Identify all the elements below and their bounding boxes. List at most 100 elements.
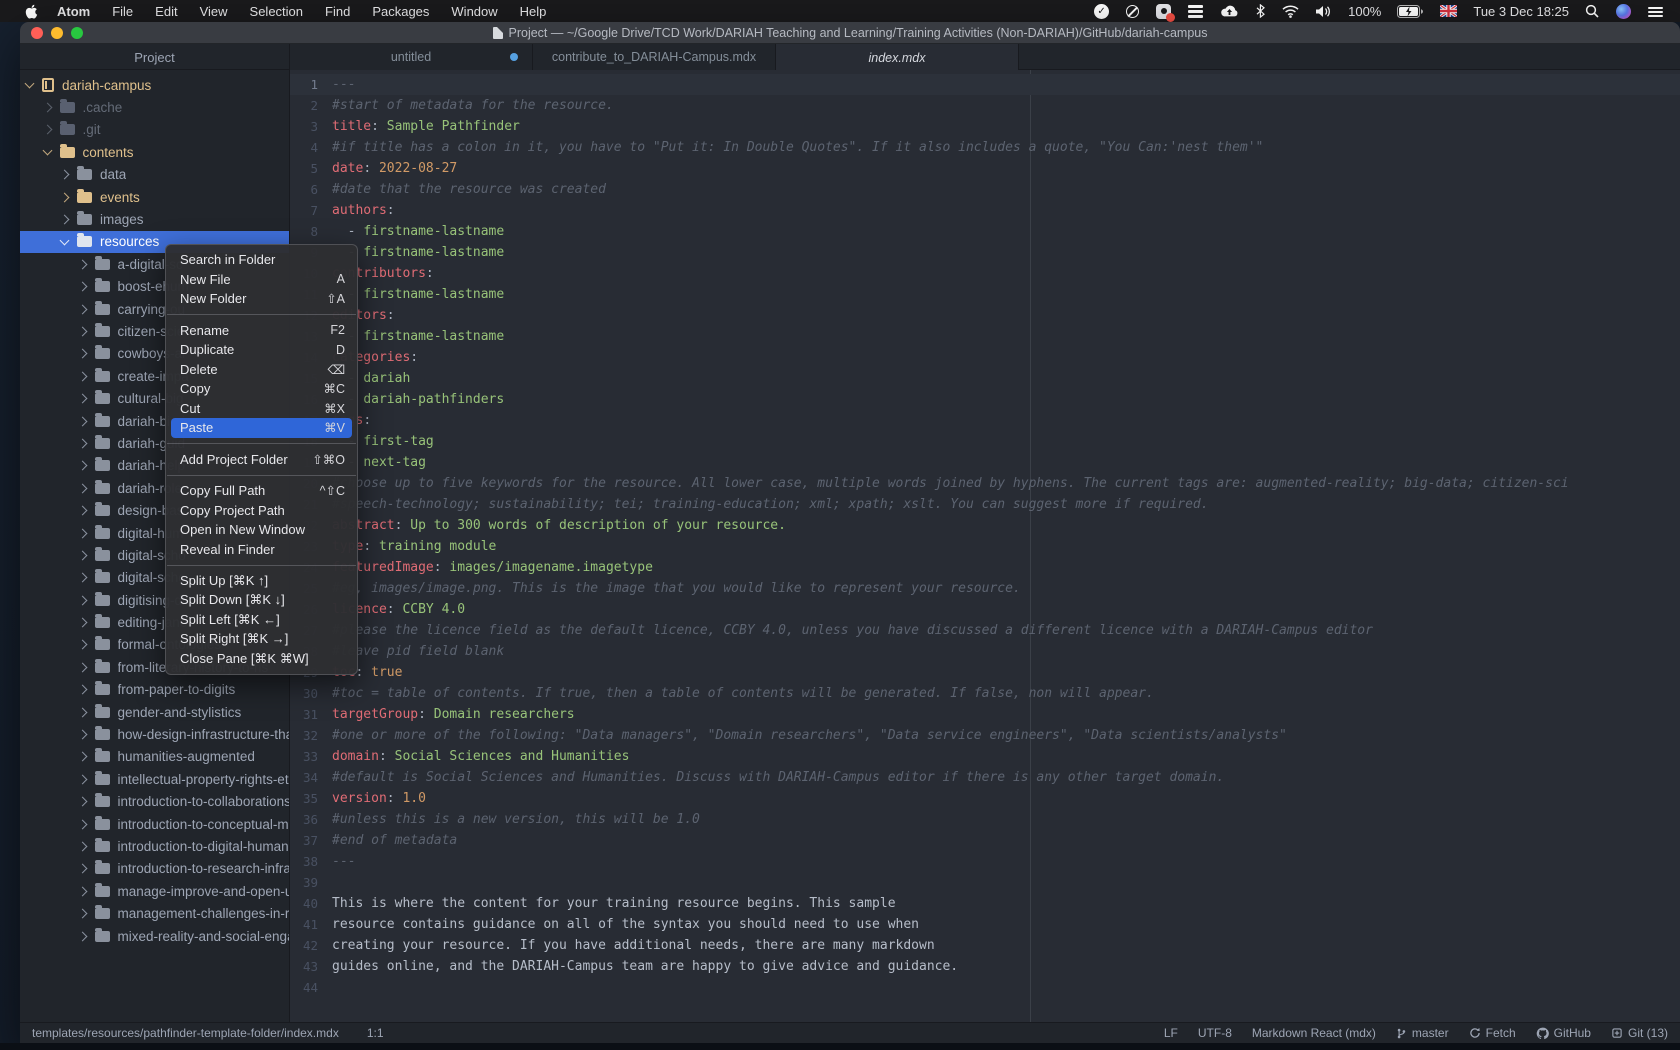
tree-item-introduction-to-digital-humanities[interactable]: introduction-to-digital-humanities [20, 835, 289, 857]
context-menu-item-split-left-k[interactable]: Split Left [⌘K ←] [166, 610, 357, 630]
minimize-button[interactable] [51, 27, 63, 39]
podcast-notification-icon[interactable] [1151, 0, 1176, 22]
chevron-right-icon[interactable] [77, 797, 87, 807]
code-line[interactable]: 27#please the licence field as the defau… [290, 620, 1680, 641]
code-line[interactable]: 24featuredImage: images/imagename.imaget… [290, 557, 1680, 578]
code-line[interactable]: 26licence: CCBY 4.0 [290, 599, 1680, 620]
line-ending-indicator[interactable]: LF [1164, 1026, 1178, 1040]
chevron-right-icon[interactable] [77, 461, 87, 471]
code-line[interactable]: 30#toc = table of contents. If true, the… [290, 683, 1680, 704]
chevron-right-icon[interactable] [77, 618, 87, 628]
cloud-upload-icon[interactable] [1215, 0, 1244, 22]
code-line[interactable]: 5date: 2022-08-27 [290, 158, 1680, 179]
menu-bar-item-packages[interactable]: Packages [361, 0, 440, 22]
menu-bar-item-help[interactable]: Help [509, 0, 558, 22]
git-changes-indicator[interactable]: Git (13) [1611, 1026, 1668, 1040]
git-fetch-button[interactable]: Fetch [1469, 1026, 1516, 1040]
code-line[interactable]: 4#if title has a colon in it, you have t… [290, 137, 1680, 158]
chevron-right-icon[interactable] [77, 394, 87, 404]
menu-bar-clock[interactable]: Tue 3 Dec 18:25 [1469, 4, 1573, 19]
notification-center-icon[interactable] [1643, 0, 1668, 22]
code-line[interactable]: 22abstract: Up to 300 words of descripti… [290, 515, 1680, 536]
tree-item-management-challenges-in-resea[interactable]: management-challenges-in-resea [20, 902, 289, 924]
tree-item-from-paper-to-digits[interactable]: from-paper-to-digits [20, 679, 289, 701]
menu-bar-item-selection[interactable]: Selection [239, 0, 314, 22]
code-line[interactable]: 8 - firstname-lastname [290, 221, 1680, 242]
chevron-right-icon[interactable] [77, 819, 87, 829]
chevron-right-icon[interactable] [60, 170, 70, 180]
chevron-right-icon[interactable] [77, 886, 87, 896]
code-line[interactable]: 38--- [290, 851, 1680, 872]
menu-bar-item-view[interactable]: View [189, 0, 239, 22]
code-line[interactable]: 33domain: Social Sciences and Humanities [290, 746, 1680, 767]
apple-menu-icon[interactable] [16, 4, 46, 19]
chevron-right-icon[interactable] [77, 416, 87, 426]
context-menu-item-cut[interactable]: Cut⌘X [166, 399, 357, 419]
chevron-right-icon[interactable] [77, 707, 87, 717]
grammar-indicator[interactable]: Markdown React (mdx) [1252, 1026, 1376, 1040]
context-menu-item-open-in-new-window[interactable]: Open in New Window [166, 520, 357, 540]
context-menu-item-copy-full-path[interactable]: Copy Full Path^⇧C [166, 481, 357, 501]
context-menu-item-add-project-folder[interactable]: Add Project Folder⇧⌘O [166, 450, 357, 470]
menu-bar-item-window[interactable]: Window [440, 0, 508, 22]
tree-item-mixed-reality-and-social-engagem[interactable]: mixed-reality-and-social-engagem [20, 925, 289, 947]
chevron-down-icon[interactable] [60, 235, 70, 245]
chevron-right-icon[interactable] [77, 282, 87, 292]
chevron-down-icon[interactable] [42, 146, 52, 156]
code-line[interactable]: 37#end of metadata [290, 830, 1680, 851]
code-line[interactable]: 1--- [290, 74, 1680, 95]
code-line[interactable]: 42creating your resource. If you have ad… [290, 935, 1680, 956]
chevron-right-icon[interactable] [77, 573, 87, 583]
chevron-right-icon[interactable] [77, 550, 87, 560]
context-menu-item-new-file[interactable]: New FileA [166, 270, 357, 290]
code-line[interactable]: 12editors: [290, 305, 1680, 326]
menu-bar-item-file[interactable]: File [101, 0, 144, 22]
code-line[interactable]: 43guides online, and the DARIAH-Campus t… [290, 956, 1680, 977]
chevron-right-icon[interactable] [77, 842, 87, 852]
chevron-right-icon[interactable] [60, 215, 70, 225]
context-menu-item-close-pane-k-w[interactable]: Close Pane [⌘K ⌘W] [166, 649, 357, 669]
chevron-right-icon[interactable] [77, 506, 87, 516]
tree-item-manage-improve-and-open-up-yc[interactable]: manage-improve-and-open-up-yc [20, 880, 289, 902]
code-line[interactable]: 35version: 1.0 [290, 788, 1680, 809]
code-line[interactable]: 39 [290, 872, 1680, 893]
code-line[interactable]: 34#default is Social Sciences and Humani… [290, 767, 1680, 788]
status-check-icon[interactable]: ✓ [1089, 0, 1114, 22]
code-line[interactable]: 2#start of metadata for the resource. [290, 95, 1680, 116]
tree-item-git[interactable]: .git [20, 119, 289, 141]
code-line[interactable]: 9 - firstname-lastname [290, 242, 1680, 263]
stack-icon[interactable] [1183, 0, 1208, 22]
context-menu-item-search-in-folder[interactable]: Search in Folder [166, 250, 357, 270]
bluetooth-icon[interactable] [1251, 0, 1270, 22]
menu-bar-item-edit[interactable]: Edit [144, 0, 188, 22]
context-menu-item-rename[interactable]: RenameF2 [166, 321, 357, 341]
code-line[interactable]: 3title: Sample Pathfinder [290, 116, 1680, 137]
wifi-icon[interactable] [1277, 0, 1304, 22]
context-menu-item-split-up-k[interactable]: Split Up [⌘K ↑] [166, 571, 357, 591]
code-line[interactable]: 40This is where the content for your tra… [290, 893, 1680, 914]
context-menu-item-delete[interactable]: Delete⌫ [166, 360, 357, 380]
code-line[interactable]: 31targetGroup: Domain researchers [290, 704, 1680, 725]
siri-icon[interactable] [1611, 0, 1636, 22]
chevron-right-icon[interactable] [77, 640, 87, 650]
tree-item-images[interactable]: images [20, 208, 289, 230]
file-path[interactable]: templates/resources/pathfinder-template-… [32, 1026, 339, 1040]
code-line[interactable]: 20#choose up to five keywords for the re… [290, 473, 1680, 494]
context-menu-item-copy[interactable]: Copy⌘C [166, 379, 357, 399]
code-line[interactable]: 11 - firstname-lastname [290, 284, 1680, 305]
chevron-right-icon[interactable] [77, 595, 87, 605]
code-line[interactable]: 7authors: [290, 200, 1680, 221]
chevron-right-icon[interactable] [42, 125, 52, 135]
chevron-right-icon[interactable] [77, 864, 87, 874]
git-branch-indicator[interactable]: master [1396, 1026, 1449, 1040]
editor-tab[interactable]: untitled [290, 44, 533, 70]
chevron-right-icon[interactable] [77, 483, 87, 493]
do-not-disturb-icon[interactable] [1121, 0, 1144, 22]
tree-item-introduction-to-conceptual-model[interactable]: introduction-to-conceptual-model [20, 813, 289, 835]
code-line[interactable]: 14categories: [290, 347, 1680, 368]
chevron-right-icon[interactable] [77, 327, 87, 337]
chevron-right-icon[interactable] [77, 662, 87, 672]
tree-item-cache[interactable]: .cache [20, 96, 289, 118]
code-line[interactable]: 15 - dariah [290, 368, 1680, 389]
chevron-right-icon[interactable] [77, 752, 87, 762]
